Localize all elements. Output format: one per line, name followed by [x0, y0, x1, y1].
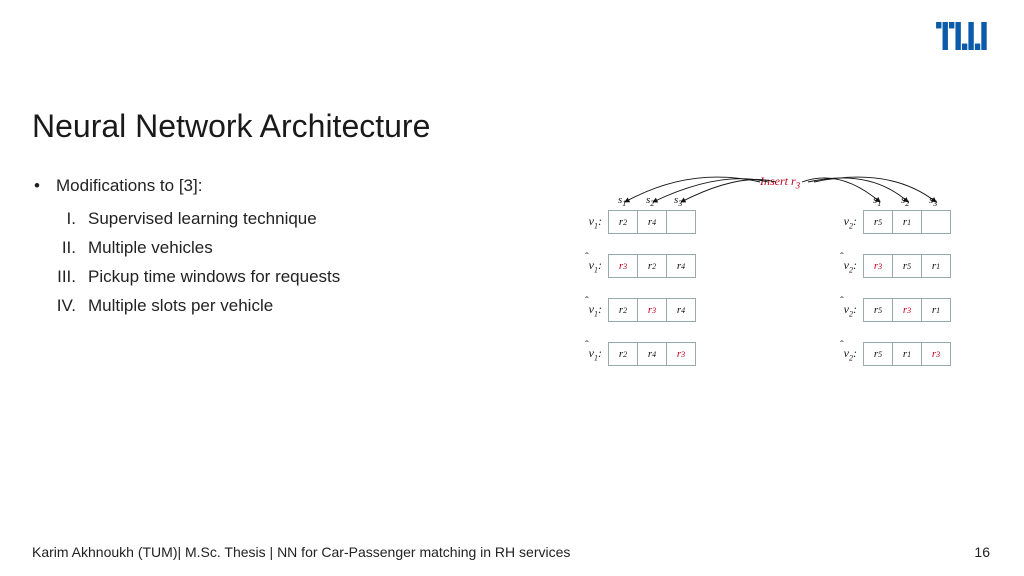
slot-cell: r1 — [921, 298, 951, 322]
slot-cell: r3 — [863, 254, 893, 278]
tum-logo — [936, 22, 990, 55]
slot-cell: r4 — [666, 298, 696, 322]
modification-text: Supervised learning technique — [88, 209, 317, 228]
slot-header: s3 — [674, 194, 682, 208]
vehicle-label: v2: — [831, 258, 857, 274]
modification-item: III. Pickup time windows for requests — [32, 263, 512, 292]
vehicle-label: v1: — [576, 302, 602, 318]
vehicle-label: v2: — [831, 346, 857, 362]
modification-item: I. Supervised learning technique — [32, 205, 512, 234]
slot-cell: r3 — [608, 254, 638, 278]
slot-cell: r5 — [863, 298, 893, 322]
roman-numeral: III. — [42, 263, 76, 292]
modification-text: Multiple vehicles — [88, 238, 213, 257]
slot-cell: r4 — [637, 342, 667, 366]
modification-item: II. Multiple vehicles — [32, 234, 512, 263]
vehicle-label: v1: — [576, 214, 602, 230]
slot-cells: r5r1 — [863, 210, 951, 234]
modification-text: Pickup time windows for requests — [88, 267, 340, 286]
slot-cells: r3r2r4 — [608, 254, 696, 278]
slot-cell: r2 — [608, 342, 638, 366]
slot-cell: r3 — [666, 342, 696, 366]
slot-cell: r1 — [892, 210, 922, 234]
roman-numeral: IV. — [42, 292, 76, 321]
slot-header: s1 — [873, 194, 881, 208]
modification-text: Multiple slots per vehicle — [88, 296, 273, 315]
slot-cells: r2r4r3 — [608, 342, 696, 366]
page-number: 16 — [974, 544, 990, 560]
slot-header: s2 — [901, 194, 909, 208]
slot-cell: r1 — [892, 342, 922, 366]
slot-cell: r2 — [608, 298, 638, 322]
roman-numeral: I. — [42, 205, 76, 234]
bullet-intro: Modifications to [3]: — [32, 172, 512, 201]
slot-cell: r5 — [892, 254, 922, 278]
slot-cell: r3 — [921, 342, 951, 366]
slot-cells: r5r1r3 — [863, 342, 951, 366]
slot-cells: r2r4 — [608, 210, 696, 234]
modification-list: I. Supervised learning technique II. Multip… — [32, 205, 512, 321]
slot-header: s2 — [646, 194, 654, 208]
slot-cell: r1 — [921, 254, 951, 278]
body-text: Modifications to [3]: I. Supervised learn… — [32, 172, 512, 320]
slot-cells: r2r3r4 — [608, 298, 696, 322]
slot-cell: r2 — [608, 210, 638, 234]
slot-cell: r5 — [863, 342, 893, 366]
vehicle-label: v2: — [831, 214, 857, 230]
slot-cell — [921, 210, 951, 234]
slot-cell: r4 — [637, 210, 667, 234]
slot-cell: r2 — [637, 254, 667, 278]
vehicle-label: v1: — [576, 346, 602, 362]
slide-title: Neural Network Architecture — [32, 108, 430, 145]
slot-cell: r4 — [666, 254, 696, 278]
vehicle-label: v1: — [576, 258, 602, 274]
slot-header: s3 — [929, 194, 937, 208]
slot-cells: r3r5r1 — [863, 254, 951, 278]
slot-header: s1 — [618, 194, 626, 208]
vehicle-label: v2: — [831, 302, 857, 318]
slot-cell: r5 — [863, 210, 893, 234]
footer-text: Karim Akhnoukh (TUM)| M.Sc. Thesis | NN … — [32, 544, 570, 560]
slot-cells: r5r3r1 — [863, 298, 951, 322]
roman-numeral: II. — [42, 234, 76, 263]
slot-cell — [666, 210, 696, 234]
modification-item: IV. Multiple slots per vehicle — [32, 292, 512, 321]
slot-cell: r3 — [892, 298, 922, 322]
slot-cell: r3 — [637, 298, 667, 322]
